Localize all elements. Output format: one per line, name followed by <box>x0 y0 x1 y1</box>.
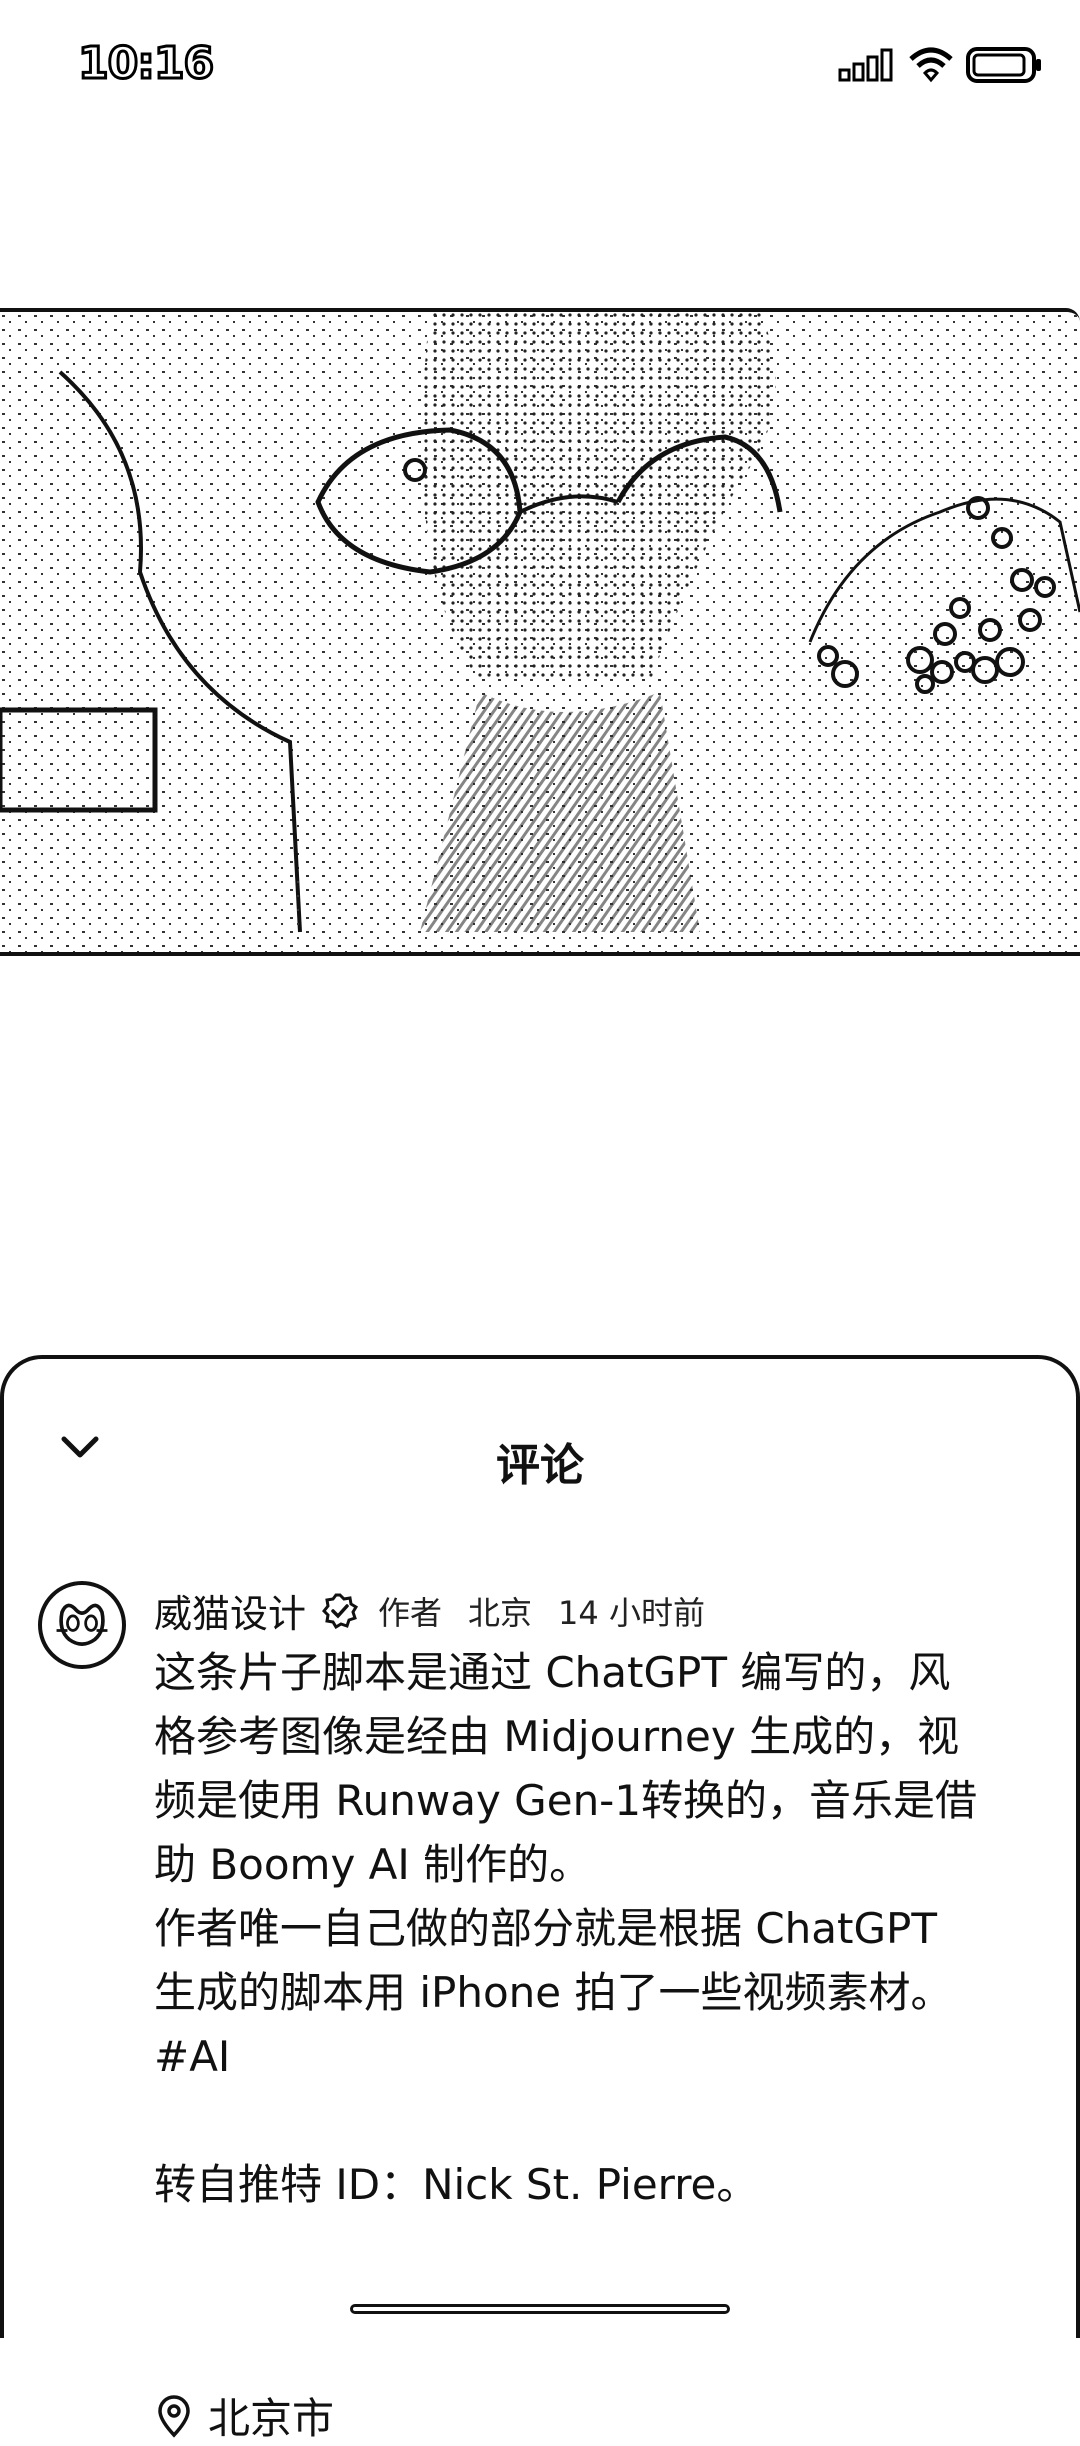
status-bar: 10:16 <box>0 0 1080 140</box>
comment-body: 这条片子脚本是通过 ChatGPT 编写的，风 格参考图像是经由 Midjour… <box>154 1641 1034 2217</box>
comments-sheet: 评论 威猫设计 作者 北京 14 小时前 这条片子脚本是通过 ChatGPT 编… <box>0 1355 1080 2443</box>
comment-line: 频是使用 Runway Gen-1转换的，音乐是借 <box>154 1776 978 1825</box>
avatar[interactable] <box>38 1581 126 1669</box>
hashtag-link[interactable]: #AI <box>154 2025 1034 2089</box>
sheet-title: 评论 <box>496 1440 584 1491</box>
verified-icon <box>322 1593 359 1629</box>
status-time: 10:16 <box>76 37 215 91</box>
author-badge: 作者 <box>378 1593 443 1632</box>
comment-line: 转自推特 ID：Nick St. Pierre。 <box>154 2160 759 2209</box>
sheet-header: 评论 <box>4 1359 1076 1491</box>
home-indicator[interactable] <box>350 2304 730 2314</box>
comment-line: 这条片子脚本是通过 ChatGPT 编写的，风 <box>154 1648 951 1697</box>
author-name[interactable]: 威猫设计 <box>154 1583 306 1638</box>
cellular-signal-icon <box>838 48 893 82</box>
video-frame[interactable] <box>0 308 1080 956</box>
comment-line: 作者唯一自己做的部分就是根据 ChatGPT <box>154 1904 938 1953</box>
wifi-icon <box>909 47 953 83</box>
location-text: 北京市 <box>208 2394 335 2443</box>
comment-blank-line <box>154 2089 1034 2153</box>
location-pin-icon <box>158 2394 190 2438</box>
comment-line: 生成的脚本用 iPhone 拍了一些视频素材。 <box>154 1968 953 2017</box>
comment-location-tag: 北京 <box>468 1593 533 1632</box>
comment-time: 14 小时前 <box>558 1593 705 1632</box>
location-row[interactable]: 北京市 <box>156 2385 334 2446</box>
battery-icon <box>966 47 1041 83</box>
comment-meta: 威猫设计 作者 北京 14 小时前 <box>154 1583 705 1638</box>
video-still-image <box>0 312 1080 952</box>
status-icons <box>838 46 1044 84</box>
comment-line: 助 Boomy AI 制作的。 <box>154 1840 592 1889</box>
comment-line: 格参考图像是经由 Midjourney 生成的，视 <box>154 1712 960 1761</box>
